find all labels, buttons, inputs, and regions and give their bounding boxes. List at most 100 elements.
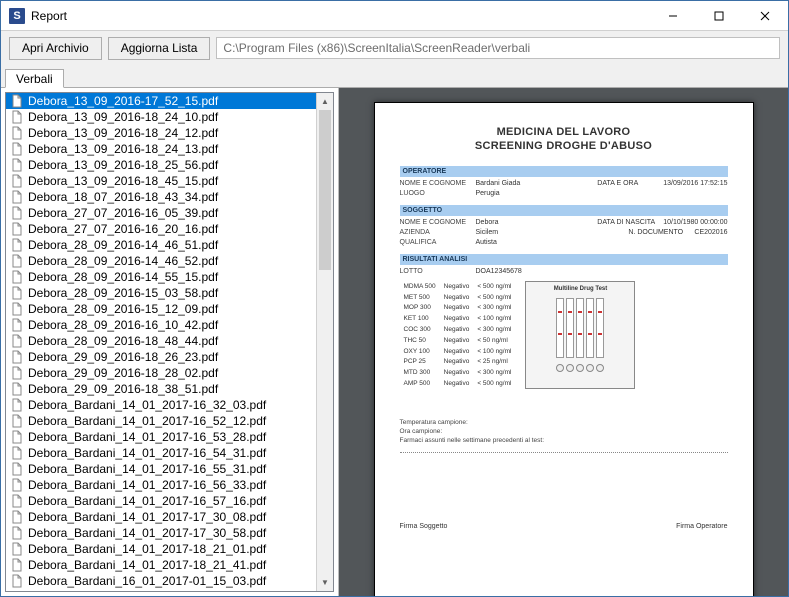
app-window: S Report Apri Archivio Aggiorna Lista C:… xyxy=(0,0,789,597)
file-list-item[interactable]: Debora_13_09_2016-18_24_12.pdf xyxy=(6,125,316,141)
file-icon xyxy=(10,558,24,572)
file-list-item[interactable]: Debora_Bardani_14_01_2017-16_54_31.pdf xyxy=(6,445,316,461)
file-icon xyxy=(10,302,24,316)
file-list-item[interactable]: Debora_Bardani_14_01_2017-17_30_58.pdf xyxy=(6,525,316,541)
file-list: Debora_13_09_2016-17_52_15.pdfDebora_13_… xyxy=(5,92,334,592)
file-name: Debora_Bardani_14_01_2017-17_30_58.pdf xyxy=(28,526,266,540)
file-icon xyxy=(10,510,24,524)
file-icon xyxy=(10,366,24,380)
file-icon xyxy=(10,574,24,588)
scroll-thumb[interactable] xyxy=(319,110,331,270)
file-icon xyxy=(10,462,24,476)
pdf-page-preview: MEDICINA DEL LAVORO SCREENING DROGHE D'A… xyxy=(374,102,754,596)
file-list-item[interactable]: Debora_28_09_2016-18_48_44.pdf xyxy=(6,333,316,349)
file-list-item[interactable]: Debora_28_09_2016-15_03_58.pdf xyxy=(6,285,316,301)
result-row: KET 100Negativo< 100 ng/ml xyxy=(400,313,516,324)
file-list-item[interactable]: Debora_Bardani_14_01_2017-17_30_08.pdf xyxy=(6,509,316,525)
file-icon xyxy=(10,542,24,556)
refresh-list-button[interactable]: Aggiorna Lista xyxy=(108,37,211,60)
file-name: Debora_29_09_2016-18_28_02.pdf xyxy=(28,366,218,380)
file-list-item[interactable]: Debora_27_07_2016-16_05_39.pdf xyxy=(6,205,316,221)
file-icon xyxy=(10,94,24,108)
file-name: Debora_Bardani_14_01_2017-16_57_16.pdf xyxy=(28,494,266,508)
scroll-up-button[interactable]: ▲ xyxy=(317,93,333,110)
file-name: Debora_13_09_2016-18_24_13.pdf xyxy=(28,142,218,156)
result-row: OXY 100Negativo< 100 ng/ml xyxy=(400,346,516,357)
file-list-pane: Debora_13_09_2016-17_52_15.pdfDebora_13_… xyxy=(1,88,339,596)
file-icon xyxy=(10,286,24,300)
file-list-item[interactable]: Debora_28_09_2016-15_12_09.pdf xyxy=(6,301,316,317)
close-button[interactable] xyxy=(742,1,788,30)
window-title: Report xyxy=(31,9,650,23)
file-icon xyxy=(10,494,24,508)
file-list-item[interactable]: Debora_27_07_2016-16_20_16.pdf xyxy=(6,221,316,237)
file-name: Debora_27_07_2016-16_05_39.pdf xyxy=(28,206,218,220)
scroll-down-button[interactable]: ▼ xyxy=(317,574,333,591)
file-list-item[interactable]: Debora_28_09_2016-14_46_51.pdf xyxy=(6,237,316,253)
report-title-1: MEDICINA DEL LAVORO xyxy=(400,126,728,138)
app-icon: S xyxy=(9,8,25,24)
file-name: Debora_28_09_2016-14_46_52.pdf xyxy=(28,254,218,268)
file-list-item[interactable]: Debora_Bardani_14_01_2017-16_52_12.pdf xyxy=(6,413,316,429)
file-list-item[interactable]: Debora_13_09_2016-18_24_10.pdf xyxy=(6,109,316,125)
path-input[interactable]: C:\Program Files (x86)\ScreenItalia\Scre… xyxy=(216,37,780,59)
file-list-item[interactable]: Debora_28_09_2016-14_55_15.pdf xyxy=(6,269,316,285)
file-list-item[interactable]: Debora_Bardani_14_01_2017-16_55_31.pdf xyxy=(6,461,316,477)
file-list-item[interactable]: Debora_13_09_2016-18_25_56.pdf xyxy=(6,157,316,173)
file-name: Debora_28_09_2016-14_46_51.pdf xyxy=(28,238,218,252)
file-icon xyxy=(10,110,24,124)
result-row: MTD 300Negativo< 300 ng/ml xyxy=(400,367,516,378)
file-name: Debora_Bardani_14_01_2017-16_52_12.pdf xyxy=(28,414,266,428)
file-list-item[interactable]: Debora_Bardani_16_01_2017-01_15_03.pdf xyxy=(6,573,316,589)
file-icon xyxy=(10,158,24,172)
file-list-item[interactable]: Debora_29_09_2016-18_26_23.pdf xyxy=(6,349,316,365)
open-archive-button[interactable]: Apri Archivio xyxy=(9,37,102,60)
file-list-item[interactable]: Debora_Bardani_14_01_2017-16_57_16.pdf xyxy=(6,493,316,509)
minimize-button[interactable] xyxy=(650,1,696,30)
file-list-item[interactable]: Debora_18_07_2016-18_43_34.pdf xyxy=(6,189,316,205)
result-row: COC 300Negativo< 300 ng/ml xyxy=(400,324,516,335)
tabbar: Verbali xyxy=(1,65,788,87)
file-icon xyxy=(10,254,24,268)
tab-verbali[interactable]: Verbali xyxy=(5,69,64,88)
file-name: Debora_18_07_2016-18_43_34.pdf xyxy=(28,190,218,204)
file-list-item[interactable]: Debora_13_09_2016-18_24_13.pdf xyxy=(6,141,316,157)
file-list-item[interactable]: Debora_13_09_2016-17_52_15.pdf xyxy=(6,93,316,109)
result-row: MDMA 500Negativo< 500 ng/ml xyxy=(400,281,516,292)
file-list-item[interactable]: Debora_Bardani_14_01_2017-18_21_01.pdf xyxy=(6,541,316,557)
file-list-item[interactable]: Debora_Bardani_14_01_2017-18_21_41.pdf xyxy=(6,557,316,573)
scroll-track[interactable] xyxy=(317,110,333,574)
file-name: Debora_13_09_2016-18_25_56.pdf xyxy=(28,158,218,172)
file-icon xyxy=(10,526,24,540)
file-name: Debora_Bardani_14_01_2017-16_54_31.pdf xyxy=(28,446,266,460)
file-name: Debora_13_09_2016-18_24_10.pdf xyxy=(28,110,218,124)
drug-test-image: Multiline Drug Test xyxy=(525,281,635,389)
file-list-item[interactable]: Debora_Bardani_14_01_2017-16_53_28.pdf xyxy=(6,429,316,445)
file-name: Debora_Bardani_14_01_2017-16_56_33.pdf xyxy=(28,478,266,492)
file-list-item[interactable]: Debora_29_09_2016-18_28_02.pdf xyxy=(6,365,316,381)
maximize-button[interactable] xyxy=(696,1,742,30)
results-table: MDMA 500Negativo< 500 ng/mlMET 500Negati… xyxy=(400,281,516,389)
toolbar: Apri Archivio Aggiorna Lista C:\Program … xyxy=(1,31,788,65)
file-list-item[interactable]: Debora_Bardani_14_01_2017-16_56_33.pdf xyxy=(6,477,316,493)
file-name: Debora_13_09_2016-18_24_12.pdf xyxy=(28,126,218,140)
file-list-item[interactable]: Debora_28_09_2016-14_46_52.pdf xyxy=(6,253,316,269)
file-list-item[interactable]: Debora_29_09_2016-18_38_51.pdf xyxy=(6,381,316,397)
file-icon xyxy=(10,350,24,364)
file-name: Debora_28_09_2016-15_03_58.pdf xyxy=(28,286,218,300)
file-list-item[interactable]: Debora_Bardani_14_01_2017-16_32_03.pdf xyxy=(6,397,316,413)
footnotes: Temperatura campione: Ora campione: Farm… xyxy=(400,419,728,453)
preview-pane: MEDICINA DEL LAVORO SCREENING DROGHE D'A… xyxy=(339,88,788,596)
scrollbar[interactable]: ▲ ▼ xyxy=(316,93,333,591)
file-icon xyxy=(10,430,24,444)
file-name: Debora_29_09_2016-18_38_51.pdf xyxy=(28,382,218,396)
results-block: MDMA 500Negativo< 500 ng/mlMET 500Negati… xyxy=(400,281,728,389)
file-icon xyxy=(10,190,24,204)
file-icon xyxy=(10,446,24,460)
file-icon xyxy=(10,318,24,332)
file-list-item[interactable]: Debora_13_09_2016-18_45_15.pdf xyxy=(6,173,316,189)
signature-operator: Firma Operatore xyxy=(676,523,727,530)
file-list-item[interactable]: Debora_28_09_2016-16_10_42.pdf xyxy=(6,317,316,333)
file-name: Debora_28_09_2016-14_55_15.pdf xyxy=(28,270,218,284)
file-icon xyxy=(10,142,24,156)
